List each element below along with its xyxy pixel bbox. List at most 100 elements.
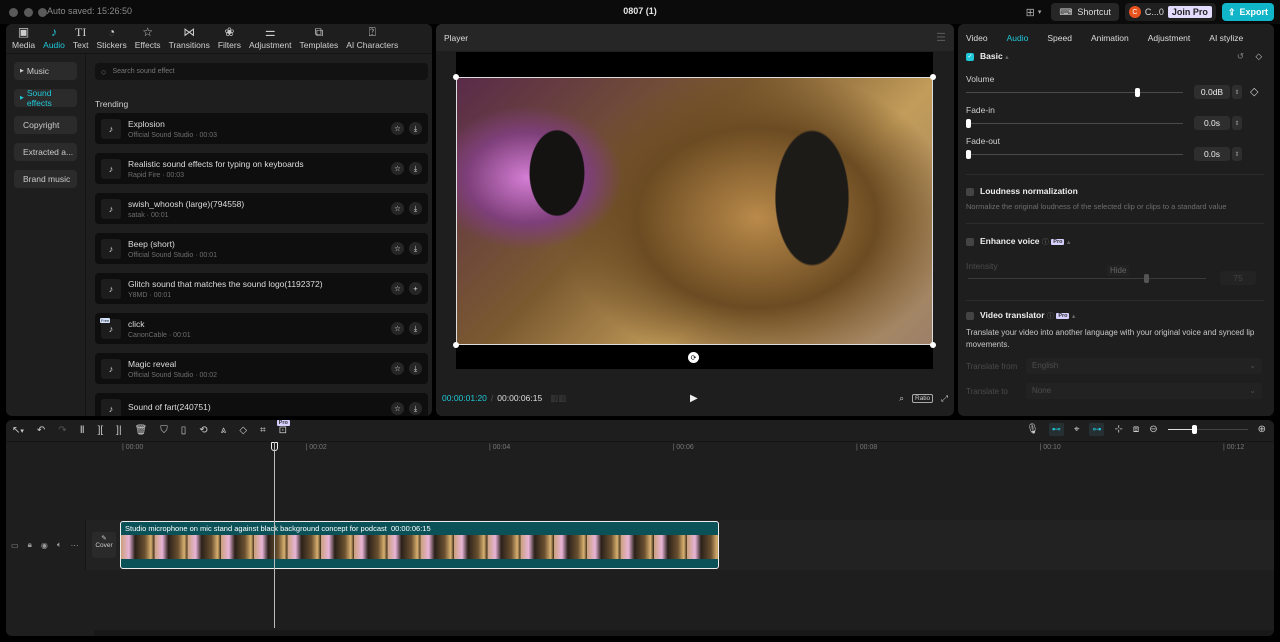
tab-audio[interactable]: ♪ Audio (39, 24, 69, 53)
preview-axis-icon[interactable]: ⊹ (1114, 424, 1122, 435)
intensity-input[interactable]: 75 (1220, 271, 1256, 285)
zoom-preview-icon[interactable]: ⌕ (899, 393, 904, 404)
info-icon[interactable]: ⓘ (1047, 313, 1054, 320)
volume-input[interactable]: 0.0dB (1194, 85, 1230, 99)
search-input[interactable]: ○ Search sound effect (95, 63, 428, 80)
tab-text[interactable]: TI Text (69, 24, 93, 53)
fade-in-knob[interactable] (966, 119, 971, 128)
undo-icon[interactable]: ↶ (37, 425, 45, 436)
mirror-icon[interactable]: ⩓ (221, 425, 227, 436)
timeline-scrollbar[interactable] (94, 630, 1274, 636)
favorite-icon[interactable]: ☆ (391, 362, 404, 375)
speaker-icon[interactable]: 🔈︎ (57, 540, 62, 550)
video-canvas[interactable]: ⟳ (453, 52, 936, 369)
zoom-in-icon[interactable]: ⊕ (1258, 424, 1266, 435)
lock-icon[interactable]: 🔒︎ (28, 540, 32, 550)
user-account[interactable]: C C...0 Join Pro (1124, 3, 1216, 21)
menu-icon[interactable]: ☰ (936, 31, 946, 44)
intensity-slider[interactable] (968, 278, 1206, 279)
favorite-icon[interactable]: ☆ (391, 242, 404, 255)
shortcut-button[interactable]: ⌨ Shortcut (1051, 3, 1119, 21)
enhance-voice-checkbox[interactable] (966, 237, 974, 246)
fade-in-input[interactable]: 0.0s (1194, 116, 1230, 130)
select-tool-icon[interactable]: ↖▾ (12, 425, 24, 436)
favorite-icon[interactable]: ☆ (391, 402, 404, 415)
fade-out-slider[interactable] (966, 154, 1183, 155)
basic-checkbox[interactable]: ✓ (966, 52, 974, 61)
tab-adjustment[interactable]: ⚌ Adjustment (245, 24, 296, 53)
translate-from-select[interactable]: English ⌄ (1026, 358, 1262, 374)
fade-out-input[interactable]: 0.0s (1194, 147, 1230, 161)
download-icon[interactable]: ⤓ (409, 322, 422, 335)
download-icon[interactable]: ⤓ (409, 242, 422, 255)
fade-out-knob[interactable] (966, 150, 971, 159)
export-button[interactable]: ⇪ Export (1221, 3, 1274, 21)
rotate-icon[interactable]: ⟳ (688, 352, 699, 363)
sound-item[interactable]: ♪ swish_whoosh (large)(794558) satak · 00… (95, 193, 428, 224)
tab-filters[interactable]: ❀ Filters (214, 24, 245, 53)
volume-stepper[interactable]: ⇕ (1232, 85, 1242, 99)
fullscreen-icon[interactable]: ⤢ (941, 393, 948, 404)
collapse-icon[interactable]: ▴ (1005, 54, 1009, 61)
mask-icon[interactable]: ⛉ (160, 425, 168, 436)
video-frame[interactable] (456, 77, 933, 345)
auto-snap-icon[interactable]: ⌖ (1074, 424, 1080, 435)
tab-ai-characters[interactable]: ⍰ AI Characters (342, 24, 402, 53)
join-pro-button[interactable]: Join Pro (1167, 6, 1212, 18)
redo-icon[interactable]: ↷ (58, 425, 66, 436)
video-clip[interactable]: Studio microphone on mic stand against b… (120, 521, 719, 569)
playhead[interactable] (274, 442, 275, 628)
sound-item[interactable]: ♪ Glitch sound that matches the sound lo… (95, 273, 428, 304)
layout-button[interactable]: ⊞ ▾ (1026, 6, 1042, 19)
tab-adjustment-props[interactable]: Adjustment (1148, 33, 1191, 43)
nav-extracted-audio[interactable]: Extracted a... (14, 143, 77, 161)
favorite-icon[interactable]: ☆ (391, 202, 404, 215)
tab-speed[interactable]: Speed (1047, 33, 1072, 43)
add-icon[interactable]: + (409, 282, 422, 295)
fade-in-stepper[interactable]: ⇕ (1232, 116, 1242, 130)
favorite-icon[interactable]: ☆ (391, 322, 404, 335)
info-icon[interactable]: ⓘ (1042, 239, 1049, 246)
download-icon[interactable]: ⤓ (409, 122, 422, 135)
sound-item[interactable]: ♪ Sound of fart(240751) ☆ ⤓ (95, 393, 428, 416)
intensity-knob[interactable] (1144, 274, 1149, 283)
loudness-checkbox[interactable] (966, 187, 974, 196)
delete-icon[interactable]: 🗑︎ (135, 425, 148, 436)
resize-handle[interactable] (930, 74, 936, 80)
rotate-clip-icon[interactable]: ◇ (239, 425, 247, 436)
close-window-button[interactable] (9, 8, 18, 17)
auto-reframe-icon[interactable]: ⊡ Pro (276, 420, 290, 436)
nav-copyright[interactable]: Copyright (14, 116, 77, 134)
tab-ai-stylize[interactable]: AI stylize (1209, 33, 1243, 43)
freeze-icon[interactable]: ▯ (181, 425, 187, 436)
split-icon[interactable]: Ⅱ (80, 425, 85, 436)
captions-icon[interactable]: ⧈ (1133, 424, 1139, 435)
ratio-button[interactable]: Ratio (912, 393, 934, 403)
download-icon[interactable]: ⤓ (409, 162, 422, 175)
nav-brand-music[interactable]: Brand music (14, 170, 77, 188)
favorite-icon[interactable]: ☆ (391, 122, 404, 135)
split-right-icon[interactable]: ]| (116, 425, 121, 436)
resize-handle[interactable] (453, 342, 459, 348)
sound-item[interactable]: ♪ Free click CanonCable · 00:01 ☆ ⤓ (95, 313, 428, 344)
favorite-icon[interactable]: ☆ (391, 282, 404, 295)
video-translator-checkbox[interactable] (966, 311, 974, 320)
sound-item[interactable]: ♪ Beep (short) Official Sound Studio · 00… (95, 233, 428, 264)
collapse-icon[interactable]: ▴ (1067, 239, 1071, 246)
download-icon[interactable]: ⤓ (409, 362, 422, 375)
reverse-icon[interactable]: ⟲ (199, 425, 207, 436)
fade-out-stepper[interactable]: ⇕ (1232, 147, 1242, 161)
volume-slider[interactable] (966, 92, 1183, 93)
tab-templates[interactable]: ⧉ Templates (296, 24, 343, 53)
resize-handle[interactable] (453, 74, 459, 80)
download-icon[interactable]: ⤓ (409, 402, 422, 415)
cover-button[interactable]: ✎ Cover (92, 532, 116, 558)
resize-handle[interactable] (930, 342, 936, 348)
tab-media[interactable]: ▣ Media (8, 24, 39, 53)
sound-item[interactable]: ♪ Realistic sound effects for typing on … (95, 153, 428, 184)
sound-item[interactable]: ♪ Explosion Official Sound Studio · 00:03… (95, 113, 428, 144)
fade-in-slider[interactable] (966, 123, 1183, 124)
crop-icon[interactable]: ⌗ (260, 425, 266, 436)
favorite-icon[interactable]: ☆ (391, 162, 404, 175)
volume-keyframe-icon[interactable]: ◇ (1250, 85, 1258, 98)
